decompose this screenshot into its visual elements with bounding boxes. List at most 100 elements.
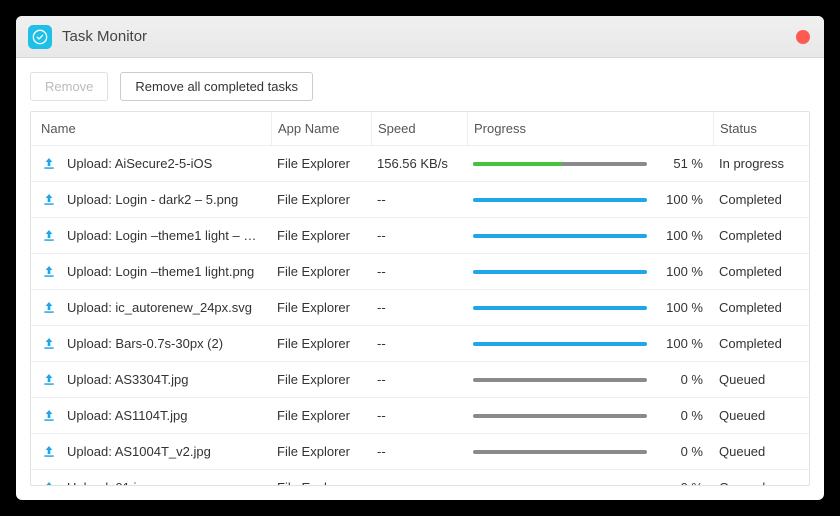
progress-percent: 0 % xyxy=(659,480,703,485)
app-icon xyxy=(28,25,52,49)
table-row[interactable]: Upload: Login - dark2 – 5.pngFile Explor… xyxy=(31,182,809,218)
task-table-scroll[interactable]: Name App Name Speed Progress Status Uplo… xyxy=(31,112,809,485)
table-row[interactable]: Upload: AS3304T.jpg File Explorer-- 0 % Que… xyxy=(31,362,809,398)
progress-bar-fill xyxy=(473,342,647,346)
cell-progress: 100 % xyxy=(467,192,713,207)
cell-progress: 51 % xyxy=(467,156,713,171)
upload-icon xyxy=(41,408,57,424)
table-row[interactable]: Upload: Login –theme1 light.pngFile Expl… xyxy=(31,254,809,290)
cell-speed: -- xyxy=(371,408,467,423)
progress-bar-fill xyxy=(473,162,562,166)
progress-bar xyxy=(473,198,647,202)
progress-bar-fill xyxy=(473,306,647,310)
col-header-progress[interactable]: Progress xyxy=(467,112,713,145)
table-row[interactable]: Upload: AiSecure2-5-iOSFile Explorer156.… xyxy=(31,146,809,182)
cell-progress: 100 % xyxy=(467,336,713,351)
progress-percent: 0 % xyxy=(659,372,703,387)
cell-name: Upload: AS3304T.jpg xyxy=(31,372,271,388)
upload-icon xyxy=(41,156,57,172)
cell-speed: -- xyxy=(371,264,467,279)
upload-icon xyxy=(41,444,57,460)
table-row[interactable]: Upload: 01.jpg File Explorer-- 0 % Queued xyxy=(31,470,809,485)
col-header-status[interactable]: Status xyxy=(713,112,809,145)
cell-app: File Explorer xyxy=(271,372,371,387)
cell-speed: 156.56 KB/s xyxy=(371,156,467,171)
task-name: Upload: Bars-0.7s-30px (2) xyxy=(67,336,223,351)
col-header-app[interactable]: App Name xyxy=(271,112,371,145)
progress-bar xyxy=(473,342,647,346)
table-row[interactable]: Upload: AS1104T.jpg File Explorer-- 0 % Que… xyxy=(31,398,809,434)
upload-icon xyxy=(41,264,57,280)
task-name: Upload: ic_autorenew_24px.svg xyxy=(67,300,252,315)
progress-bar xyxy=(473,378,647,382)
progress-percent: 100 % xyxy=(659,336,703,351)
task-name: Upload: Login - dark2 – 5.png xyxy=(67,192,238,207)
task-table: Name App Name Speed Progress Status Uplo… xyxy=(30,111,810,486)
cell-status: In progress xyxy=(713,156,809,171)
cell-app: File Explorer xyxy=(271,480,371,485)
col-header-name[interactable]: Name xyxy=(31,112,271,145)
progress-bar xyxy=(473,162,647,166)
task-name: Upload: AS1104T.jpg xyxy=(67,408,187,423)
cell-name: Upload: Login - dark2 – 5.png xyxy=(31,192,271,208)
task-name: Upload: AS3304T.jpg xyxy=(67,372,188,387)
cell-app: File Explorer xyxy=(271,336,371,351)
cell-app: File Explorer xyxy=(271,300,371,315)
table-row[interactable]: Upload: AS1004T_v2.jpg File Explorer-- 0 %… xyxy=(31,434,809,470)
cell-name: Upload: 01.jpg xyxy=(31,480,271,486)
cell-speed: -- xyxy=(371,480,467,485)
cell-status: Queued xyxy=(713,444,809,459)
progress-bar xyxy=(473,306,647,310)
cell-status: Queued xyxy=(713,372,809,387)
cell-progress: 0 % xyxy=(467,480,713,485)
upload-icon xyxy=(41,372,57,388)
cell-progress: 100 % xyxy=(467,264,713,279)
cell-name: Upload: Bars-0.7s-30px (2) xyxy=(31,336,271,352)
table-row[interactable]: Upload: ic_autorenew_24px.svg File Explor… xyxy=(31,290,809,326)
cell-status: Completed xyxy=(713,336,809,351)
cell-status: Completed xyxy=(713,300,809,315)
cell-app: File Explorer xyxy=(271,444,371,459)
table-row[interactable]: Upload: Bars-0.7s-30px (2) File Explorer-… xyxy=(31,326,809,362)
task-name: Upload: Login –theme1 light.png xyxy=(67,264,254,279)
remove-all-completed-button[interactable]: Remove all completed tasks xyxy=(120,72,313,101)
cell-name: Upload: Login –theme1 light.png xyxy=(31,264,271,280)
progress-percent: 0 % xyxy=(659,444,703,459)
cell-speed: -- xyxy=(371,336,467,351)
progress-bar xyxy=(473,270,647,274)
cell-speed: -- xyxy=(371,300,467,315)
remove-button[interactable]: Remove xyxy=(30,72,108,101)
progress-percent: 51 % xyxy=(659,156,703,171)
cell-speed: -- xyxy=(371,372,467,387)
close-button[interactable] xyxy=(796,30,810,44)
cell-speed: -- xyxy=(371,228,467,243)
col-header-speed[interactable]: Speed xyxy=(371,112,467,145)
progress-percent: 0 % xyxy=(659,408,703,423)
check-circle-icon xyxy=(32,29,48,45)
cell-status: Queued xyxy=(713,408,809,423)
cell-app: File Explorer xyxy=(271,408,371,423)
progress-bar-fill xyxy=(473,234,647,238)
progress-bar-fill xyxy=(473,198,647,202)
cell-app: File Explorer xyxy=(271,228,371,243)
progress-percent: 100 % xyxy=(659,300,703,315)
cell-status: Queued xyxy=(713,480,809,485)
titlebar: Task Monitor xyxy=(16,16,824,58)
table-row[interactable]: Upload: Login –theme1 light – 1... File E… xyxy=(31,218,809,254)
task-name: Upload: 01.jpg xyxy=(67,480,151,485)
cell-progress: 0 % xyxy=(467,372,713,387)
cell-name: Upload: AiSecure2-5-iOS xyxy=(31,156,271,172)
upload-icon xyxy=(41,336,57,352)
progress-bar xyxy=(473,234,647,238)
cell-status: Completed xyxy=(713,192,809,207)
progress-percent: 100 % xyxy=(659,264,703,279)
cell-speed: -- xyxy=(371,444,467,459)
window-title: Task Monitor xyxy=(62,28,147,45)
cell-status: Completed xyxy=(713,264,809,279)
cell-name: Upload: AS1104T.jpg xyxy=(31,408,271,424)
progress-percent: 100 % xyxy=(659,228,703,243)
cell-progress: 100 % xyxy=(467,300,713,315)
task-name: Upload: Login –theme1 light – 1... xyxy=(67,228,257,243)
task-name: Upload: AS1004T_v2.jpg xyxy=(67,444,211,459)
toolbar: Remove Remove all completed tasks xyxy=(16,58,824,111)
